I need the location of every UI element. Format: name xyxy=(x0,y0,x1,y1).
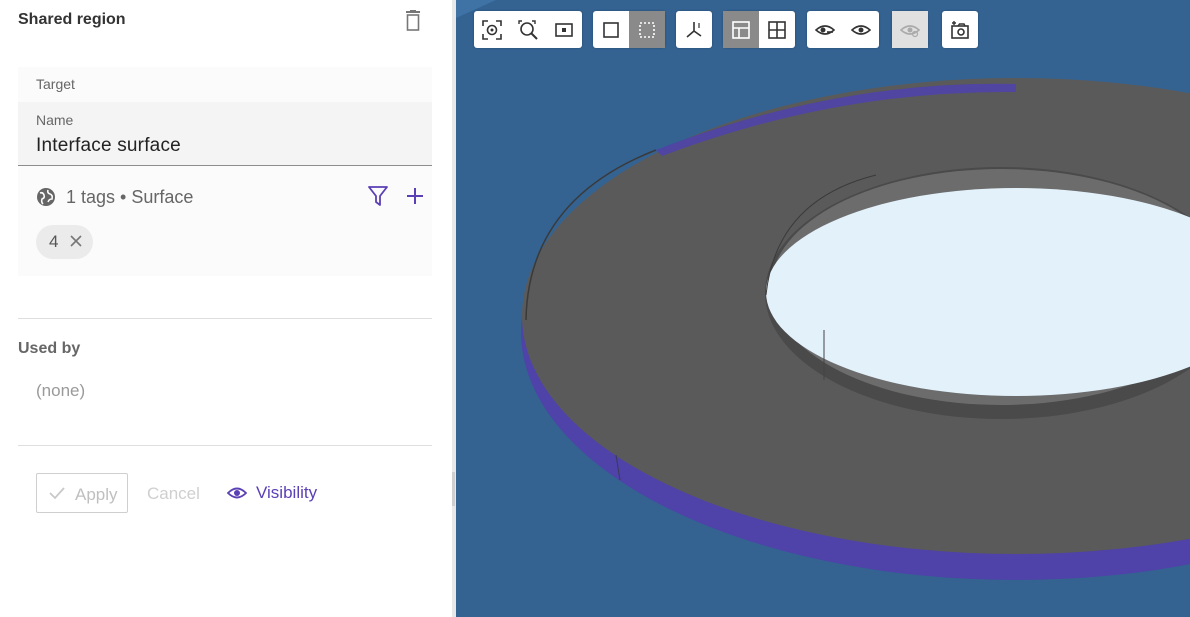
cancel-button[interactable]: Cancel xyxy=(147,484,200,504)
visibility-label: Visibility xyxy=(256,483,318,502)
toolbar-view-group xyxy=(723,11,795,48)
show-all-icon[interactable] xyxy=(892,11,928,48)
filter-icon[interactable] xyxy=(367,185,389,207)
toolbar-zoom-group xyxy=(474,11,582,48)
hide-icon[interactable] xyxy=(807,11,843,48)
used-by-value: (none) xyxy=(36,381,86,400)
used-by-title: Used by xyxy=(18,340,81,357)
model-scene[interactable] xyxy=(456,0,1190,617)
axes-icon[interactable] xyxy=(676,11,712,48)
name-input[interactable]: Interface surface xyxy=(36,135,181,157)
divider xyxy=(18,318,432,319)
toolbar-showall-group xyxy=(892,11,928,48)
divider xyxy=(18,445,432,446)
add-tag-icon[interactable] xyxy=(404,185,426,207)
splitter-grip[interactable] xyxy=(452,472,455,506)
tag-chip-label: 4 xyxy=(49,232,59,251)
tags-summary: 1 tags • Surface xyxy=(66,187,194,207)
view-grid-icon[interactable] xyxy=(759,11,795,48)
select-single-icon[interactable] xyxy=(593,11,629,48)
check-icon xyxy=(48,485,66,501)
globe-icon xyxy=(36,187,56,207)
tags-row: 1 tags • Surface xyxy=(36,185,423,209)
toolbar-select-group xyxy=(593,11,665,48)
select-box-icon[interactable] xyxy=(629,11,665,48)
panel-title: Shared region xyxy=(18,11,126,28)
screenshot-icon[interactable] xyxy=(942,11,978,48)
apply-button[interactable]: Apply xyxy=(36,473,128,513)
view-front-icon[interactable] xyxy=(723,11,759,48)
toolbar-axes-group xyxy=(676,11,712,48)
tag-chip: 4 xyxy=(36,225,93,259)
apply-label: Apply xyxy=(75,485,118,504)
show-icon[interactable] xyxy=(843,11,879,48)
3d-viewport[interactable] xyxy=(456,0,1190,617)
target-section: Target Name Interface surface 1 tags • S… xyxy=(18,67,432,276)
zoom-to-fit-icon[interactable] xyxy=(474,11,510,48)
toolbar-visibility-group xyxy=(807,11,879,48)
visibility-button[interactable]: Visibility xyxy=(226,482,337,504)
name-field[interactable]: Name Interface surface xyxy=(18,102,432,166)
shared-region-panel: Shared region Target Name Interface surf… xyxy=(0,0,452,617)
target-label: Target xyxy=(36,76,75,92)
close-icon[interactable] xyxy=(69,234,83,248)
trash-icon[interactable] xyxy=(404,10,422,32)
toolbar-screenshot-group xyxy=(942,11,978,48)
panel-header: Shared region xyxy=(18,10,432,34)
zoom-box-icon[interactable] xyxy=(546,11,582,48)
eye-icon xyxy=(226,484,248,502)
name-label: Name xyxy=(36,112,74,128)
zoom-selection-icon[interactable] xyxy=(510,11,546,48)
